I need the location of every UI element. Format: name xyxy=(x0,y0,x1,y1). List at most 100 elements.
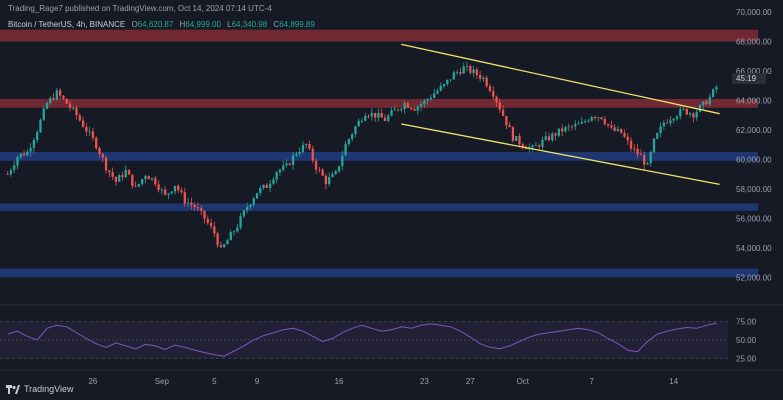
candle-body xyxy=(672,118,675,121)
candle-body xyxy=(508,125,511,128)
candle-body xyxy=(708,96,711,105)
candle-body xyxy=(400,109,403,111)
candle-body xyxy=(42,108,45,120)
candle-body xyxy=(354,126,357,135)
candle-body xyxy=(452,72,456,80)
candle-body xyxy=(177,185,180,191)
candle-body xyxy=(259,188,262,194)
candle-body xyxy=(679,109,682,117)
candle-body xyxy=(318,169,321,171)
candle-body xyxy=(19,153,22,158)
candle-body xyxy=(534,145,538,147)
candle-body xyxy=(659,126,662,134)
candle-body xyxy=(498,102,501,110)
time-axis-label: 26 xyxy=(88,377,97,386)
candle-body xyxy=(272,179,275,184)
tradingview-brand[interactable]: TradingView xyxy=(6,384,74,394)
candle-body xyxy=(288,163,291,165)
time-axis-label: 7 xyxy=(589,377,594,386)
candle-body xyxy=(478,75,482,79)
candle-body xyxy=(341,155,344,167)
candle-body xyxy=(442,84,446,87)
candle-body xyxy=(646,163,649,165)
candle-body xyxy=(357,120,360,127)
candle-body xyxy=(577,123,580,125)
candle-body xyxy=(91,131,95,138)
candle-body xyxy=(331,173,334,178)
footer-brand-text: TradingView xyxy=(24,384,74,394)
candle-body xyxy=(32,140,36,148)
candle-body xyxy=(705,101,708,105)
candle-body xyxy=(114,176,118,182)
candle-body xyxy=(160,189,164,191)
candle-body xyxy=(291,155,295,165)
candle-body xyxy=(511,127,515,141)
price-axis-label: 58,000.00 xyxy=(736,185,772,194)
candle-body xyxy=(85,126,88,132)
tradingview-logo-icon xyxy=(6,384,20,394)
candle-body xyxy=(649,152,652,164)
candle-body xyxy=(196,207,200,209)
rsi-axis-label: 50.00 xyxy=(736,336,757,345)
candle-body xyxy=(68,103,72,108)
candle-body xyxy=(652,138,656,153)
resistance-zone xyxy=(0,98,758,108)
candle-body xyxy=(255,193,259,199)
candle-body xyxy=(685,108,688,115)
candle-body xyxy=(665,122,669,124)
candle-body xyxy=(154,178,157,185)
candle-body xyxy=(501,109,505,116)
candle-body xyxy=(383,117,387,121)
candle-body xyxy=(623,132,626,137)
candle-body xyxy=(200,208,203,211)
candle-body xyxy=(364,115,367,121)
support-zone xyxy=(0,203,758,211)
candle-body xyxy=(538,145,541,147)
candle-body xyxy=(6,174,9,175)
candle-body xyxy=(367,115,370,117)
candle-body xyxy=(242,210,246,217)
candle-body xyxy=(416,106,419,111)
candle-body xyxy=(9,170,13,175)
candle-body xyxy=(134,186,137,187)
candle-body xyxy=(692,113,695,118)
candle-body xyxy=(180,190,183,193)
rsi-axis-label: 75.00 xyxy=(736,318,757,327)
candle-body xyxy=(127,169,131,175)
candle-body xyxy=(58,90,62,96)
candle-body xyxy=(150,178,154,180)
candle-body xyxy=(554,133,557,136)
candle-body xyxy=(593,117,597,119)
candle-body xyxy=(347,139,351,144)
candle-body xyxy=(360,120,364,122)
price-axis-label: 52,000.00 xyxy=(736,273,772,282)
candle-body xyxy=(570,126,574,128)
candle-body xyxy=(295,153,298,156)
candle-body xyxy=(626,136,629,141)
candle-body xyxy=(695,111,698,118)
candle-body xyxy=(22,153,26,156)
price-axis-label: 68,000.00 xyxy=(736,37,772,46)
candle-body xyxy=(439,86,442,91)
candle-body xyxy=(118,175,121,182)
candle-body xyxy=(580,121,583,124)
candle-body xyxy=(426,99,429,101)
candle-body xyxy=(423,100,426,105)
candle-body xyxy=(190,202,193,205)
candle-body xyxy=(387,115,390,121)
candle-body xyxy=(49,97,52,104)
candle-body xyxy=(469,66,472,73)
candle-body xyxy=(547,136,551,141)
btc-chart[interactable]: 70,000.0068,000.0066,000.0064,000.0062,0… xyxy=(0,0,783,400)
candle-body xyxy=(147,176,150,180)
candle-body xyxy=(551,133,554,141)
candle-body xyxy=(531,145,534,148)
candle-body xyxy=(616,128,620,131)
candle-body xyxy=(321,169,324,176)
price-axis-label: 60,000.00 xyxy=(736,155,772,164)
candle-body xyxy=(219,245,223,248)
rsi-axis-label: 25.00 xyxy=(736,354,757,363)
candle-body xyxy=(141,179,144,184)
candle-body xyxy=(298,152,301,154)
price-axis-label: 70,000.00 xyxy=(736,8,772,17)
